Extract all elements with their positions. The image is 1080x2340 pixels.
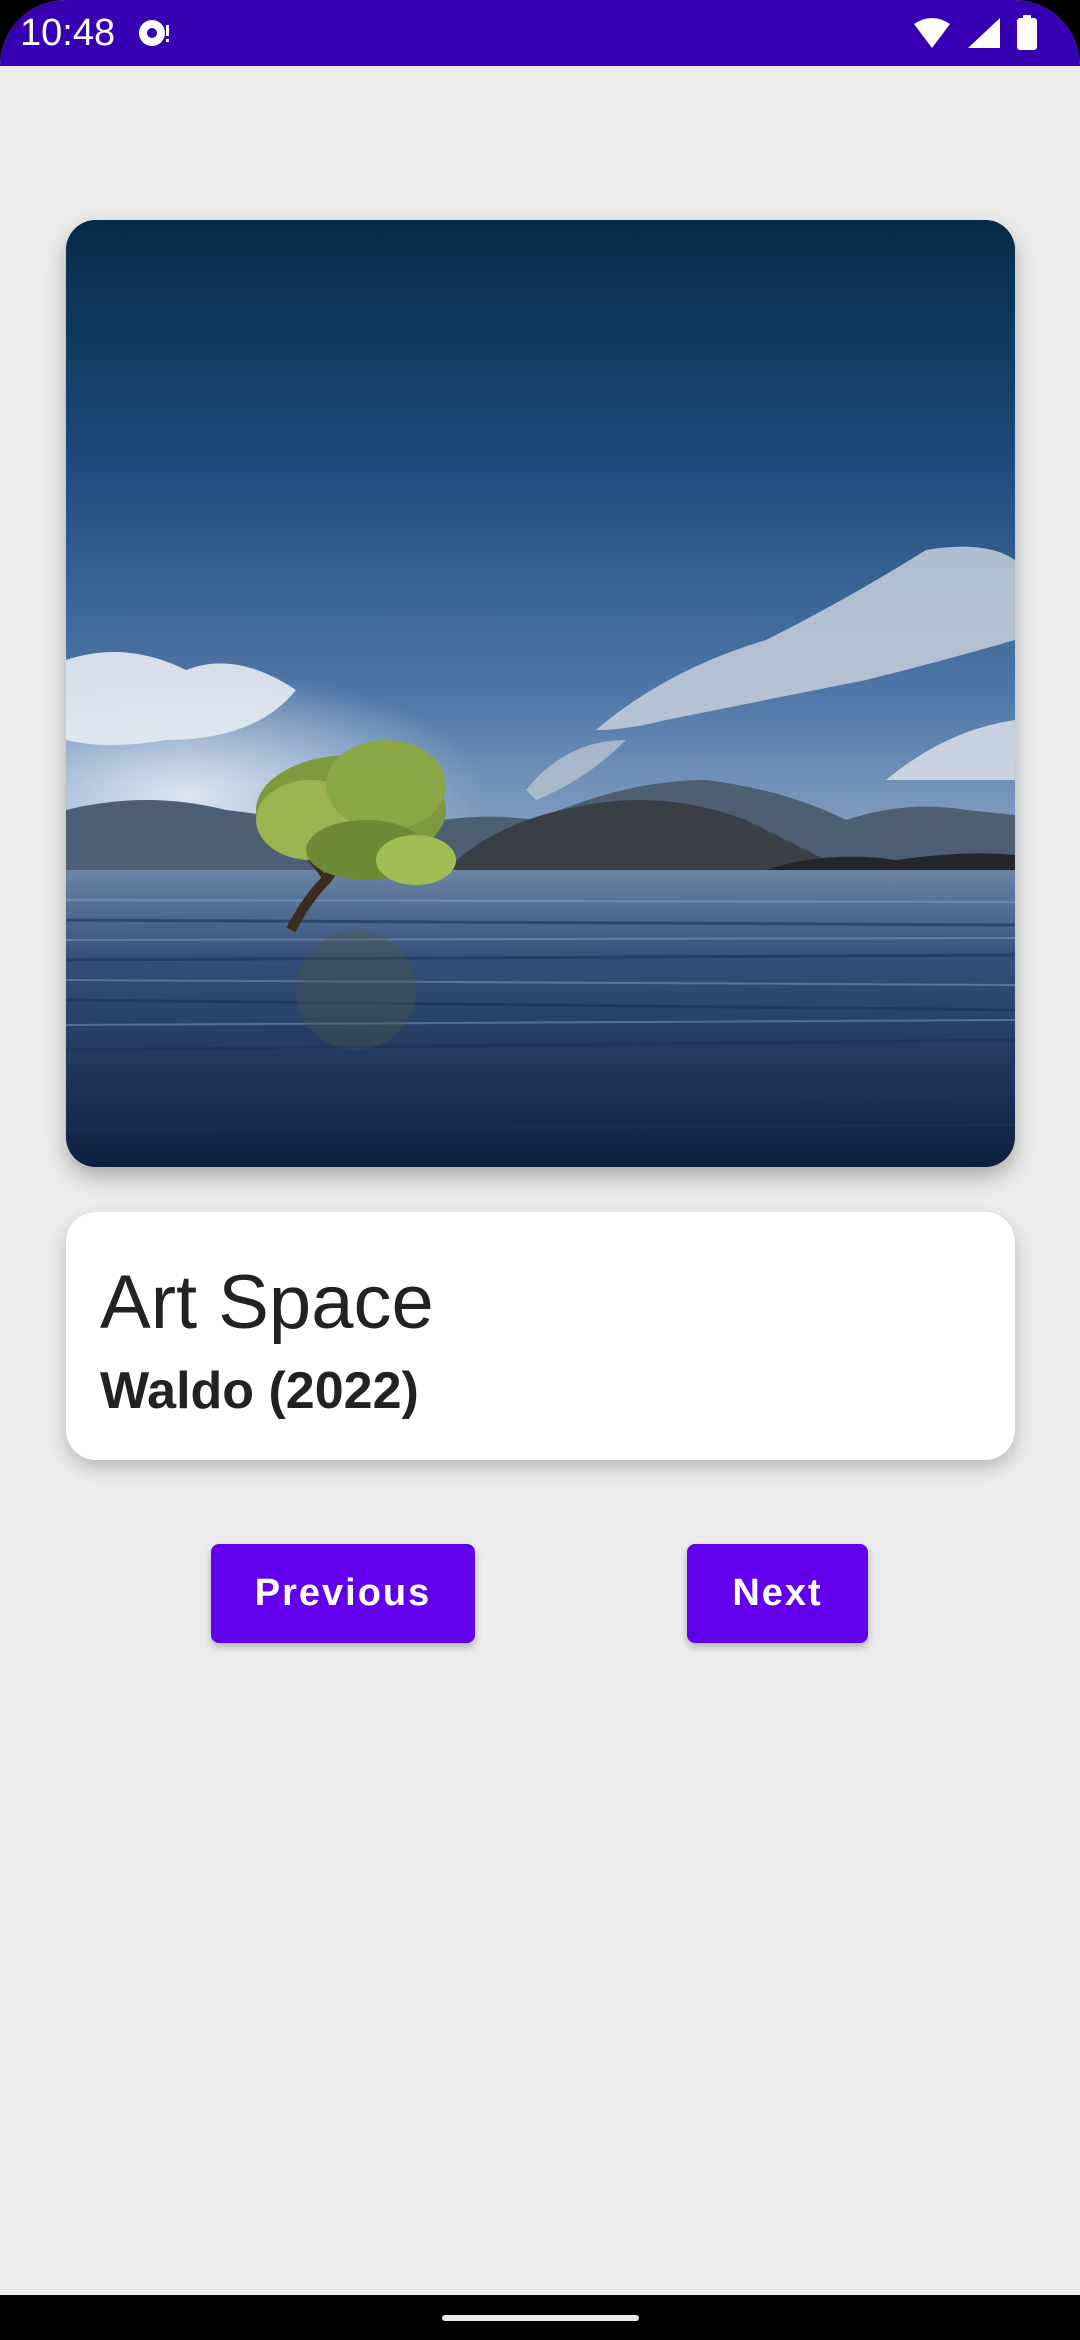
home-gesture-handle[interactable] <box>442 2315 639 2321</box>
wifi-icon <box>912 16 952 50</box>
artwork-image <box>66 220 1015 1167</box>
status-time: 10:48 <box>20 12 116 54</box>
next-button[interactable]: Next <box>687 1544 868 1643</box>
navigation-bar <box>0 2295 1080 2340</box>
artwork-info-card: Art Space Waldo (2022) <box>66 1212 1015 1460</box>
cell-signal-icon <box>966 16 1002 50</box>
artwork-artist-year: Waldo (2022) <box>100 1362 419 1420</box>
lake-tree-landscape-image <box>66 220 1015 1167</box>
app-screen: 10:48 Art Space Waldo (2022) Previous Ne… <box>0 0 1080 2340</box>
status-bar: 10:48 <box>0 0 1080 66</box>
battery-icon <box>1016 15 1038 51</box>
media-notification-icon <box>136 16 176 50</box>
status-icons <box>912 14 1038 52</box>
previous-button[interactable]: Previous <box>211 1544 475 1643</box>
artwork-title: Art Space <box>100 1260 434 1345</box>
